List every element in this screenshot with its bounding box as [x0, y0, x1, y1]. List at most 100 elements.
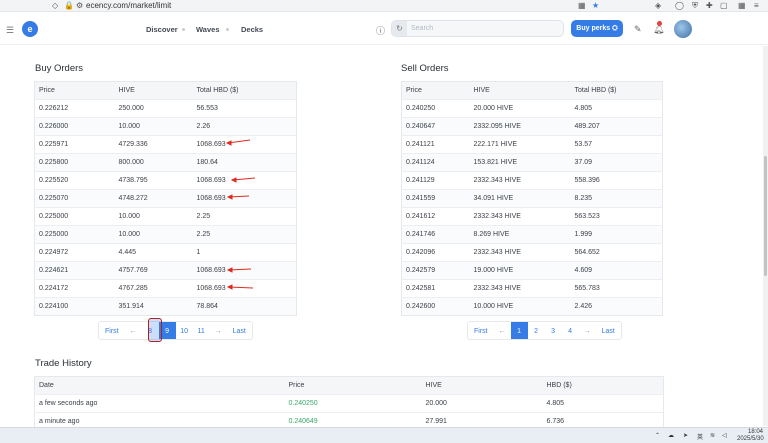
table-row[interactable]: 0.240647 2332.095 HIVE 489.207	[401, 117, 663, 136]
price-cell: 0.224172	[34, 279, 115, 298]
total-cell: 8.235	[570, 189, 663, 208]
first-page-link[interactable]: First	[99, 322, 125, 339]
table-row[interactable]: 0.224100 351.914 78.864	[34, 297, 297, 316]
total-cell: 489.207	[570, 117, 663, 136]
date-cell: a few seconds ago	[34, 394, 285, 413]
next-page-icon[interactable]: →	[579, 322, 596, 339]
scrollbar-thumb[interactable]	[764, 156, 767, 276]
search-input[interactable]: ↻ Search	[391, 20, 564, 37]
last-page-link[interactable]: Last	[227, 322, 252, 339]
send-icon[interactable]: ➤	[683, 432, 688, 439]
price-cell: 0.225000	[34, 207, 115, 226]
table-row[interactable]: 0.242096 2332.343 HIVE 564.652	[401, 243, 663, 262]
nav-discover[interactable]: Discover	[146, 25, 178, 34]
hive-cell: 2332.343 HIVE	[469, 207, 571, 226]
sell-orders-table: Price HIVE Total HBD ($) 0.240250 20.000 …	[401, 81, 663, 316]
address-bar[interactable]: ecency.com/market/limit	[86, 1, 171, 10]
col-date: Date	[34, 376, 285, 395]
page-link[interactable]: 2	[528, 322, 545, 339]
buy-perks-button[interactable]: Buy perks ⛭	[571, 20, 623, 37]
table-row[interactable]: 0.226212 250.000 56.553	[34, 99, 297, 118]
clock-date[interactable]: 2025/5/30	[737, 436, 764, 442]
help-icon[interactable]: ⓘ	[376, 24, 385, 37]
hamburger-menu-icon[interactable]: ☰	[6, 25, 14, 36]
grid-icon[interactable]: ▦	[738, 1, 746, 10]
price-cell: 0.225520	[34, 171, 115, 190]
avatar[interactable]	[674, 20, 692, 38]
annotation-arrowhead	[230, 177, 237, 183]
total-cell: 78.864	[192, 297, 297, 316]
menu-icon[interactable]: ≡	[754, 1, 759, 10]
account-icon[interactable]: ◯	[675, 1, 684, 10]
extensions-icon[interactable]: ▦	[578, 1, 586, 10]
total-cell: 2.26	[192, 117, 297, 136]
edit-icon[interactable]: ✎	[634, 24, 642, 35]
table-row[interactable]: 0.242579 19.000 HIVE 4.609	[401, 261, 663, 280]
hive-cell: 19.000 HIVE	[469, 261, 571, 280]
table-row[interactable]: 0.241121 222.171 HIVE 53.57	[401, 135, 663, 154]
table-row[interactable]: 0.241124 153.821 HIVE 37.09	[401, 153, 663, 172]
clock-time[interactable]: 18:04	[748, 429, 763, 435]
page-link[interactable]: 3	[545, 322, 562, 339]
prev-page-icon[interactable]: ←	[125, 322, 142, 339]
nav-decks[interactable]: Decks	[241, 25, 263, 34]
page-link[interactable]: 4	[562, 322, 579, 339]
prev-page-icon[interactable]: ←	[494, 322, 511, 339]
total-cell: 4.805	[570, 99, 663, 118]
table-header-row: Date Price HIVE HBD ($)	[34, 376, 664, 395]
last-page-link[interactable]: Last	[596, 322, 621, 339]
hive-cell: 34.091 HIVE	[469, 189, 571, 208]
pocket-icon[interactable]: ◈	[655, 1, 661, 10]
table-header-row: Price HIVE Total HBD ($)	[34, 81, 297, 100]
nav-separator	[226, 28, 229, 31]
hive-cell: 250.000	[114, 99, 193, 118]
table-row[interactable]: 0.240250 20.000 HIVE 4.805	[401, 99, 663, 118]
price-cell: 0.241746	[401, 225, 470, 244]
trade-history-table: Date Price HIVE HBD ($) a few seconds ag…	[34, 376, 664, 431]
shield-ext-icon[interactable]: ⛨	[692, 1, 698, 11]
first-page-link[interactable]: First	[468, 322, 494, 339]
wifi-icon[interactable]: ≋	[710, 432, 715, 439]
buy-orders-title: Buy Orders	[35, 63, 84, 74]
refresh-icon[interactable]: ↻	[392, 21, 407, 36]
hive-cell: 2332.343 HIVE	[469, 171, 571, 190]
table-row[interactable]: 0.241746 8.269 HIVE 1.999	[401, 225, 663, 244]
hive-cell: 153.821 HIVE	[469, 153, 571, 172]
input-language[interactable]: 英	[697, 432, 703, 441]
page-link[interactable]: 10	[176, 322, 193, 339]
page-link[interactable]: 1	[510, 322, 528, 339]
cloud-icon[interactable]: ☁	[668, 432, 674, 439]
table-row[interactable]: 0.226000 10.000 2.26	[34, 117, 297, 136]
table-row[interactable]: 0.241559 34.091 HIVE 8.235	[401, 189, 663, 208]
hive-cell: 10.000	[114, 207, 193, 226]
table-row[interactable]: 0.241129 2332.343 HIVE 558.396	[401, 171, 663, 190]
ecency-logo[interactable]: e	[22, 21, 38, 37]
annotation-arrowhead	[226, 267, 233, 273]
hive-cell: 10.000 HIVE	[469, 297, 571, 316]
table-row[interactable]: 0.242581 2332.343 HIVE 565.783	[401, 279, 663, 298]
lock-icon: 🔒	[64, 1, 74, 10]
puzzle-icon[interactable]: ✚	[706, 1, 713, 10]
total-cell: 2.426	[570, 297, 663, 316]
volume-icon[interactable]: ◁	[722, 432, 727, 439]
table-row[interactable]: 0.241612 2332.343 HIVE 563.523	[401, 207, 663, 226]
scrollbar[interactable]	[763, 46, 768, 426]
price-cell: 0.225070	[34, 189, 115, 208]
bookmark-star-icon[interactable]: ★	[592, 1, 599, 10]
buy-pagination: First ← 8 9 10 11 → Last	[98, 321, 253, 340]
price-cell: 0.240250	[401, 99, 470, 118]
page-link[interactable]: 11	[193, 322, 210, 339]
total-cell: 565.783	[570, 279, 663, 298]
taskbar: ⌃ ☁ ➤ 英 ≋ ◁ 18:04 2025/5/30	[0, 427, 768, 443]
tab-icon[interactable]: ▢	[720, 1, 728, 10]
price-cell: 0.226212	[34, 99, 115, 118]
chevron-up-icon[interactable]: ⌃	[655, 432, 660, 439]
shield-icon[interactable]: ◇	[52, 1, 58, 10]
col-hive: HIVE	[114, 81, 193, 100]
nav-waves[interactable]: Waves	[196, 25, 220, 34]
price-cell: 0.241124	[401, 153, 470, 172]
table-row[interactable]: a few seconds ago 0.240250 20.000 4.805	[34, 394, 664, 413]
permissions-icon[interactable]: ⚙	[76, 1, 83, 10]
table-row[interactable]: 0.242600 10.000 HIVE 2.426	[401, 297, 663, 316]
next-page-icon[interactable]: →	[210, 322, 227, 339]
